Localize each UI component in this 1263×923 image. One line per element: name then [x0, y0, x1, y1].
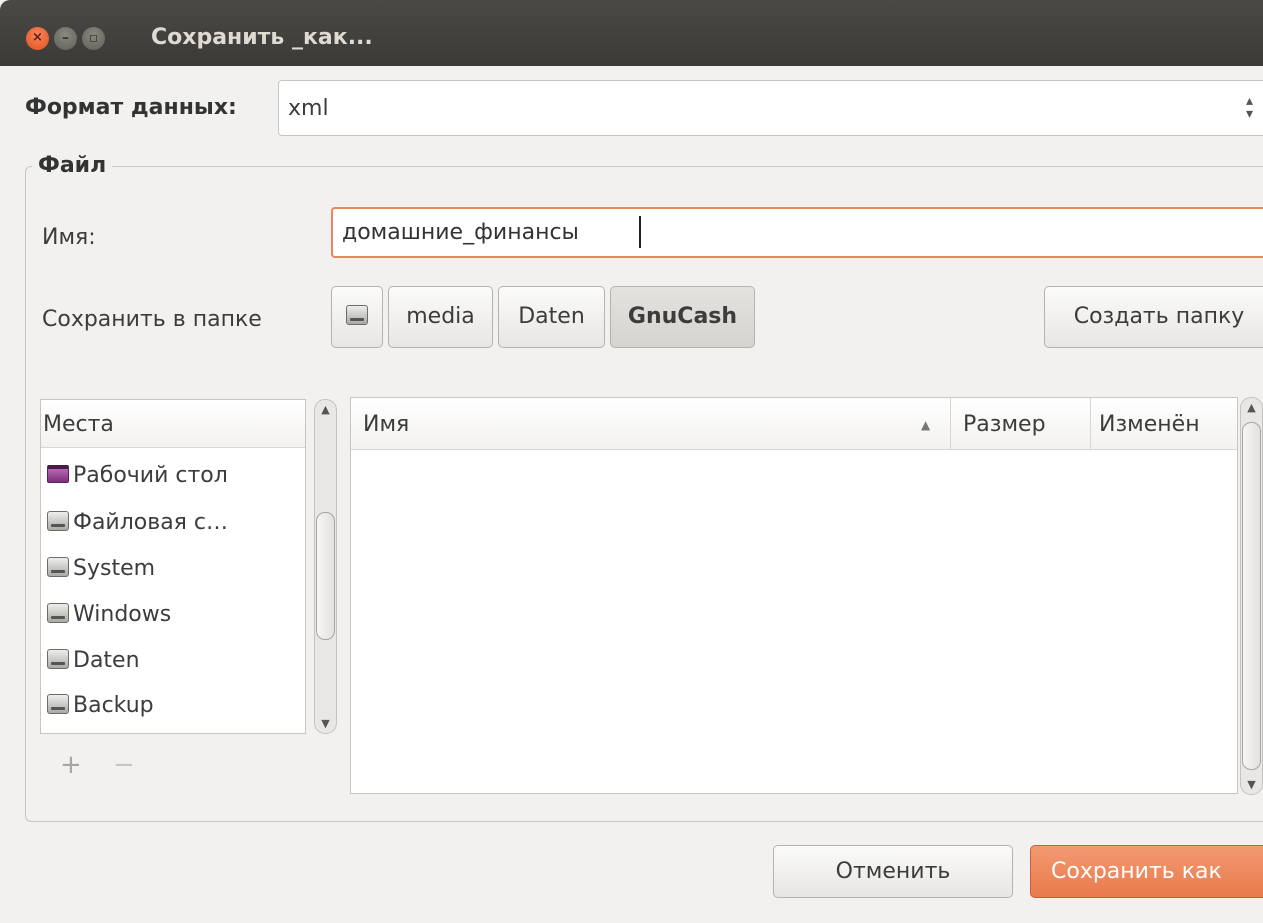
window-title: Сохранить _как... [151, 25, 373, 50]
drive-icon [47, 694, 69, 714]
maximize-icon: ▫ [88, 30, 99, 46]
add-place-button[interactable]: + [60, 745, 82, 785]
cancel-button[interactable]: Отменить [773, 845, 1013, 898]
filename-value: домашние_финансы [342, 220, 579, 245]
close-icon: × [32, 30, 43, 45]
places-panel: Места Рабочий стол Файловая с… System Wi… [40, 399, 306, 734]
column-header-name[interactable]: Имя ▲ [351, 398, 951, 449]
place-item-windows[interactable]: Windows [47, 593, 171, 637]
path-button-media[interactable]: media [388, 286, 493, 348]
format-select[interactable]: xml ▴ ▾ [278, 80, 1263, 136]
drive-icon [47, 603, 69, 623]
files-scrollbar[interactable]: ▲ ▼ [1240, 397, 1263, 795]
place-label: Daten [73, 648, 140, 673]
scroll-up-icon[interactable]: ▲ [315, 403, 336, 416]
create-folder-button[interactable]: Создать папку [1044, 286, 1263, 348]
up-down-arrows-icon: ▴ ▾ [1246, 93, 1254, 122]
format-value: xml [288, 96, 329, 121]
place-label: Windows [73, 602, 172, 627]
drive-icon [47, 511, 69, 531]
drive-icon [346, 305, 368, 325]
place-item-daten[interactable]: Daten [47, 639, 140, 683]
format-label: Формат данных: [25, 95, 237, 120]
file-frame-title: Файл [32, 148, 113, 184]
save-as-button[interactable]: Сохранить как [1030, 845, 1263, 898]
place-label: Файловая с… [73, 510, 229, 535]
place-label: Backup [73, 693, 154, 718]
scroll-down-icon[interactable]: ▼ [315, 717, 336, 730]
close-window-button[interactable]: × [26, 27, 49, 50]
name-label: Имя: [42, 225, 96, 250]
sort-ascending-icon: ▲ [921, 418, 931, 432]
drive-icon [47, 649, 69, 669]
place-item-filesystem[interactable]: Файловая с… [47, 501, 228, 545]
column-header-size[interactable]: Размер [951, 398, 1091, 449]
place-item-system[interactable]: System [47, 547, 155, 591]
files-scrollbar-thumb[interactable] [1242, 422, 1261, 770]
places-header[interactable]: Места [41, 400, 305, 448]
drive-icon [47, 557, 69, 577]
place-label: System [73, 556, 156, 581]
places-scrollbar-thumb[interactable] [316, 512, 335, 640]
path-button-gnucash[interactable]: GnuCash [610, 286, 755, 348]
files-header: Имя ▲ Размер Изменён [351, 398, 1237, 450]
place-item-backup[interactable]: Backup [47, 684, 154, 728]
places-scrollbar[interactable]: ▲ ▼ [314, 399, 337, 734]
save-in-folder-label: Сохранить в папке [42, 307, 262, 332]
column-name-label: Имя [363, 412, 410, 437]
desktop-icon [47, 465, 69, 483]
remove-place-button[interactable]: − [113, 745, 135, 785]
place-label: Рабочий стол [73, 463, 228, 488]
minimize-window-button[interactable]: – [54, 27, 77, 50]
files-list[interactable]: Имя ▲ Размер Изменён [350, 397, 1238, 794]
path-button-root[interactable] [331, 286, 383, 348]
path-button-daten[interactable]: Daten [498, 286, 605, 348]
filename-input[interactable]: домашние_финансы [331, 207, 1263, 258]
scroll-down-icon[interactable]: ▼ [1241, 778, 1262, 791]
text-caret [639, 216, 641, 248]
minimize-icon: – [62, 30, 69, 46]
column-header-modified[interactable]: Изменён [1091, 398, 1237, 449]
place-item-desktop[interactable]: Рабочий стол [47, 454, 228, 498]
maximize-window-button[interactable]: ▫ [82, 27, 105, 50]
scroll-up-icon[interactable]: ▲ [1241, 401, 1262, 414]
